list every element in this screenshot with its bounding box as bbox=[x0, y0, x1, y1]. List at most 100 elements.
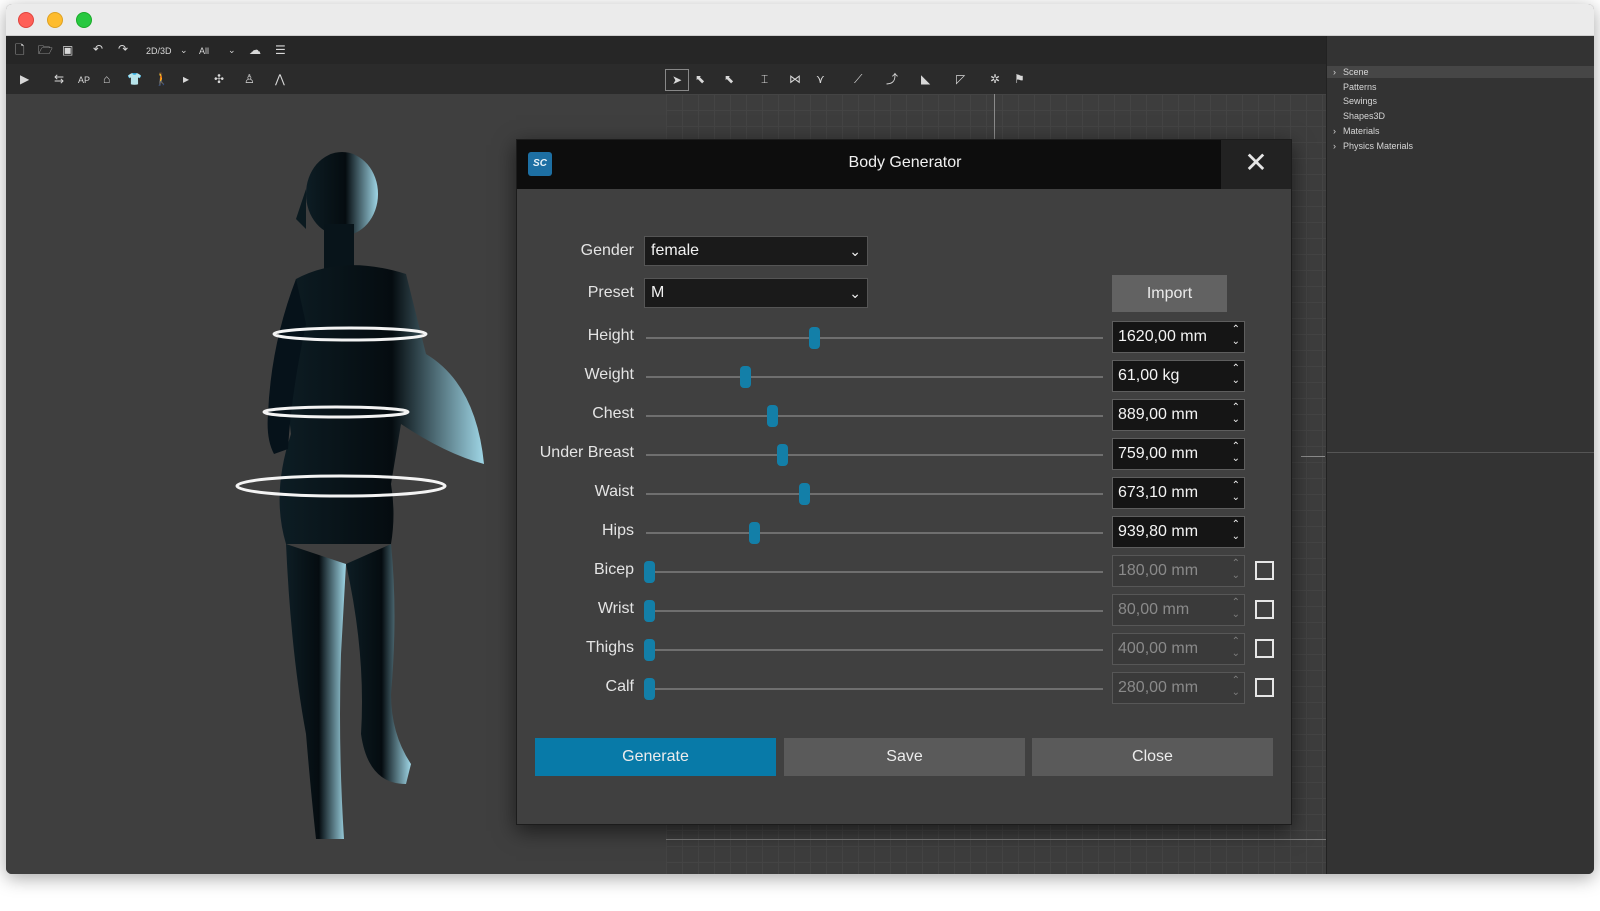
tree-item-materials[interactable]: Materials bbox=[1343, 126, 1380, 136]
window-minimize-button[interactable] bbox=[47, 12, 63, 28]
height-spinbox[interactable]: 1620,00 mm ⌃ ⌄ bbox=[1112, 321, 1245, 353]
spin-arrows-icon[interactable]: ⌃ ⌄ bbox=[1232, 558, 1240, 582]
bicep-enable-checkbox[interactable] bbox=[1255, 561, 1274, 580]
animation-icon[interactable]: ▸ bbox=[183, 72, 189, 86]
curve-tool-icon[interactable]: ⤴ bbox=[886, 72, 898, 86]
spin-arrows-icon[interactable]: ⌃ ⌄ bbox=[1232, 636, 1240, 660]
swap-icon[interactable]: ⇆ bbox=[54, 72, 64, 86]
avatar-icon[interactable]: 🚶 bbox=[154, 72, 169, 86]
list-icon[interactable]: ☰ bbox=[275, 43, 286, 57]
tree-item-scene[interactable]: Scene bbox=[1343, 67, 1369, 77]
mode-chevron-icon[interactable]: ⌄ bbox=[180, 44, 188, 56]
tree-item-shapes3d[interactable]: Shapes3D bbox=[1343, 111, 1385, 121]
dialog-close-icon[interactable]: ✕ bbox=[1221, 140, 1291, 189]
chest-slider-handle[interactable] bbox=[767, 405, 779, 427]
measure-tool-icon[interactable]: ◣ bbox=[921, 72, 930, 86]
tools-toolbar: ▶ ⇆ AP ⌂ 👕 🚶 ▸ ✣ ♙ ⋀ ➤ ⬉ ⬉ ⌶ ⋈ ⋎ ⟋ ⤴ ◣ ◸… bbox=[6, 64, 1326, 94]
save-button[interactable]: Save bbox=[784, 738, 1025, 776]
import-button[interactable]: Import bbox=[1112, 275, 1227, 312]
height-slider[interactable] bbox=[646, 337, 1103, 339]
spin-arrows-icon[interactable]: ⌃ ⌄ bbox=[1232, 519, 1240, 543]
hanger-icon[interactable]: ⌂ bbox=[103, 72, 110, 86]
calf-slider[interactable] bbox=[646, 688, 1103, 690]
rectangle-tool-icon[interactable]: ⌶ bbox=[761, 72, 768, 86]
vertical-ruler-line bbox=[994, 94, 995, 140]
under-breast-slider-handle[interactable] bbox=[776, 444, 788, 466]
spin-arrows-icon[interactable]: ⌃ ⌄ bbox=[1232, 597, 1240, 621]
spin-arrows-icon[interactable]: ⌃ ⌄ bbox=[1232, 675, 1240, 699]
new-file-icon[interactable]: 🗋 bbox=[15, 43, 25, 57]
dart-tool-icon[interactable]: ⋈ bbox=[789, 72, 801, 86]
hips-slider-handle[interactable] bbox=[749, 522, 761, 544]
spin-arrows-icon[interactable]: ⌃ ⌄ bbox=[1232, 402, 1240, 426]
label-tool-icon[interactable]: ⚑ bbox=[1014, 72, 1025, 86]
waist-slider[interactable] bbox=[646, 493, 1103, 495]
tree-item-sewings[interactable]: Sewings bbox=[1343, 96, 1377, 106]
waist-spinbox[interactable]: 673,10 mm ⌃ ⌄ bbox=[1112, 477, 1245, 509]
weight-spinbox[interactable]: 61,00 kg ⌃ ⌄ bbox=[1112, 360, 1245, 392]
calf-slider-handle[interactable] bbox=[644, 678, 655, 700]
play-icon[interactable]: ▶ bbox=[20, 72, 29, 86]
settings-gear-icon[interactable]: ✲ bbox=[990, 72, 1000, 86]
thighs-spinbox[interactable]: 400,00 mm ⌃ ⌄ bbox=[1112, 633, 1245, 665]
waist-slider-handle[interactable] bbox=[799, 483, 811, 505]
hips-slider[interactable] bbox=[646, 532, 1103, 534]
filter-select[interactable]: All bbox=[199, 45, 209, 57]
window-close-button[interactable] bbox=[18, 12, 34, 28]
redo-icon[interactable]: ↷ bbox=[118, 42, 128, 56]
expand-chevron-icon[interactable]: › bbox=[1333, 67, 1336, 77]
open-folder-icon[interactable]: 🗁 bbox=[38, 43, 53, 57]
fold-tool-icon[interactable]: ⋎ bbox=[816, 72, 825, 86]
pattern-tool-icon[interactable]: ◸ bbox=[956, 72, 965, 86]
bicep-slider[interactable] bbox=[646, 571, 1103, 573]
pose-icon[interactable]: ⋀ bbox=[275, 72, 285, 86]
calf-spinbox[interactable]: 280,00 mm ⌃ ⌄ bbox=[1112, 672, 1245, 704]
bicep-slider-handle[interactable] bbox=[644, 561, 655, 583]
shirt-icon[interactable]: 👕 bbox=[127, 72, 142, 86]
wrist-spinbox[interactable]: 80,00 mm ⌃ ⌄ bbox=[1112, 594, 1245, 626]
thighs-enable-checkbox[interactable] bbox=[1255, 639, 1274, 658]
height-slider-handle[interactable] bbox=[808, 327, 820, 349]
select-edges-icon[interactable]: ⬉ bbox=[724, 72, 734, 86]
spin-arrows-icon[interactable]: ⌃ ⌄ bbox=[1232, 480, 1240, 504]
bicep-spinbox[interactable]: 180,00 mm ⌃ ⌄ bbox=[1112, 555, 1245, 587]
select-arrow-icon[interactable]: ➤ bbox=[665, 69, 689, 91]
mode-select[interactable]: 2D/3D bbox=[146, 45, 172, 57]
wrist-slider-handle[interactable] bbox=[644, 600, 655, 622]
wrist-enable-checkbox[interactable] bbox=[1255, 600, 1274, 619]
preset-select[interactable]: M ⌄ bbox=[644, 278, 868, 308]
thighs-slider[interactable] bbox=[646, 649, 1103, 651]
filter-chevron-icon[interactable]: ⌄ bbox=[228, 44, 236, 56]
thighs-slider-handle[interactable] bbox=[644, 639, 655, 661]
under-breast-spinbox[interactable]: 759,00 mm ⌃ ⌄ bbox=[1112, 438, 1245, 470]
undo-icon[interactable]: ↶ bbox=[93, 42, 103, 56]
weight-slider-handle[interactable] bbox=[739, 366, 751, 388]
chest-slider[interactable] bbox=[646, 415, 1103, 417]
gender-select[interactable]: female ⌄ bbox=[644, 236, 868, 266]
particles-icon[interactable]: ✣ bbox=[214, 72, 224, 86]
calf-enable-checkbox[interactable] bbox=[1255, 678, 1274, 697]
dialog-header: SC Body Generator ✕ bbox=[517, 140, 1291, 189]
chest-spinbox[interactable]: 889,00 mm ⌃ ⌄ bbox=[1112, 399, 1245, 431]
wrist-slider[interactable] bbox=[646, 610, 1103, 612]
line-tool-icon[interactable]: ⟋ bbox=[854, 72, 862, 86]
under-breast-slider[interactable] bbox=[646, 454, 1103, 456]
cloud-icon[interactable]: ☁ bbox=[249, 43, 261, 57]
spin-arrows-icon[interactable]: ⌃ ⌄ bbox=[1232, 441, 1240, 465]
ap-button[interactable]: AP bbox=[78, 74, 90, 86]
select-points-icon[interactable]: ⬉ bbox=[695, 72, 705, 86]
save-icon[interactable]: ▣ bbox=[62, 43, 73, 57]
window-zoom-button[interactable] bbox=[76, 12, 92, 28]
expand-chevron-icon[interactable]: › bbox=[1333, 141, 1336, 151]
weight-slider[interactable] bbox=[646, 376, 1103, 378]
body-tool-icon[interactable]: ♙ bbox=[244, 72, 255, 86]
hips-spinbox[interactable]: 939,80 mm ⌃ ⌄ bbox=[1112, 516, 1245, 548]
expand-chevron-icon[interactable]: › bbox=[1333, 126, 1336, 136]
spin-arrows-icon[interactable]: ⌃ ⌄ bbox=[1232, 363, 1240, 387]
close-button[interactable]: Close bbox=[1032, 738, 1273, 776]
generate-button[interactable]: Generate bbox=[535, 738, 776, 776]
bicep-value: 180,00 mm bbox=[1118, 562, 1199, 579]
spin-arrows-icon[interactable]: ⌃ ⌄ bbox=[1232, 324, 1240, 348]
tree-item-patterns[interactable]: Patterns bbox=[1343, 82, 1377, 92]
tree-item-physics-materials[interactable]: Physics Materials bbox=[1343, 141, 1413, 151]
